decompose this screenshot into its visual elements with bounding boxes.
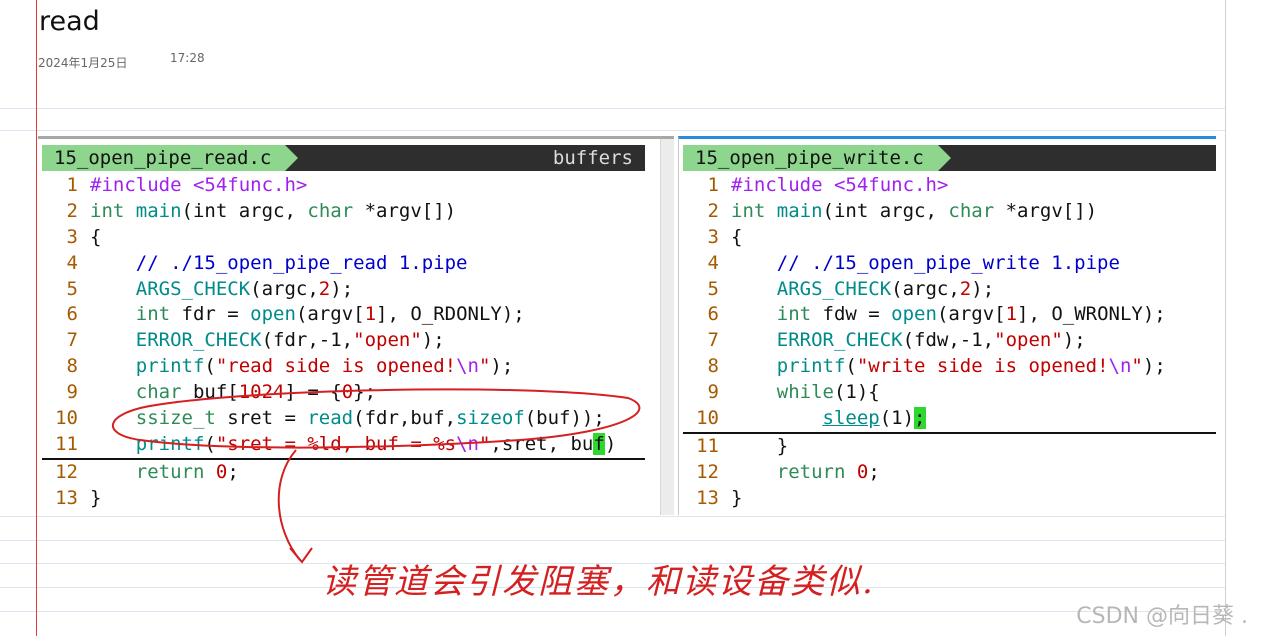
watermark: CSDN @向日葵 . (1076, 604, 1248, 629)
ink-annotation (111, 388, 641, 564)
ink-arrow (277, 449, 301, 561)
handwritten-note: 读管道会引发阻塞，和读设备类似. (322, 562, 875, 602)
ink-circle (111, 388, 641, 449)
